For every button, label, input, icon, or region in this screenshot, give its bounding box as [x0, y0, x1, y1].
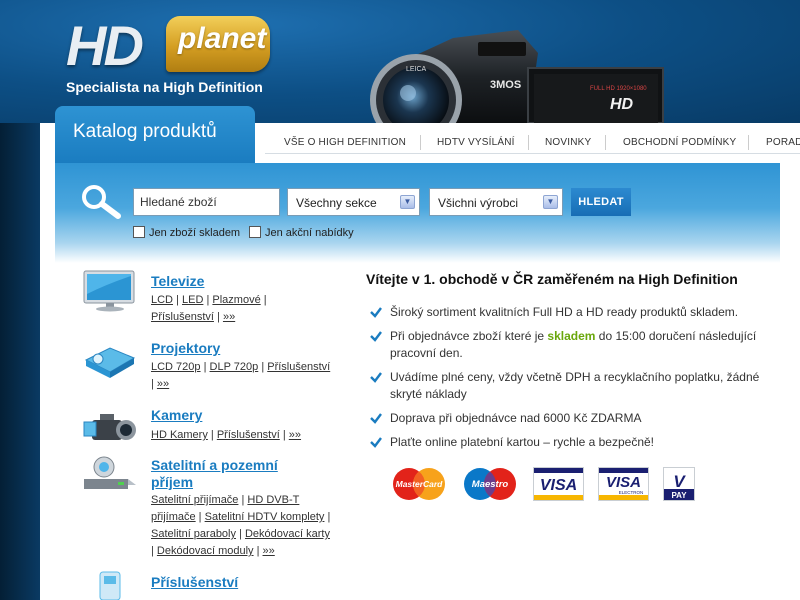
link-decoder-cards[interactable]: Dekódovací karty: [245, 528, 330, 540]
list-item: Široký sortiment kvalitních Full HD a HD…: [370, 304, 770, 321]
svg-text:PAY: PAY: [671, 491, 687, 500]
catalog-tab-label[interactable]: Katalog produktů: [73, 121, 217, 143]
nav-separator: [748, 135, 749, 150]
link-tv-more[interactable]: »»: [223, 311, 235, 323]
svg-text:ELECTRON: ELECTRON: [619, 490, 644, 495]
search-icon: [82, 185, 121, 219]
mastercard-logo: MasterCard: [393, 468, 445, 500]
in-stock-checkbox[interactable]: Jen zboží skladem: [133, 226, 240, 239]
satellite-receiver-icon: [84, 456, 136, 489]
svg-text:FULL HD 1920×1080: FULL HD 1920×1080: [590, 86, 647, 92]
nav-item-advice[interactable]: PORAD: [766, 137, 800, 148]
nav-item-about-hd[interactable]: VŠE O HIGH DEFINITION: [284, 137, 406, 148]
top-navigation: VŠE O HIGH DEFINITION HDTV VYSÍLÁNÍ NOVI…: [265, 133, 800, 154]
link-hdtv-kits[interactable]: Satelitní HDTV komplety: [205, 511, 325, 523]
link-lcd-720p[interactable]: LCD 720p: [151, 361, 201, 373]
link-camera-accessories[interactable]: Příslušenství: [217, 429, 280, 441]
category-tv-links: LCD | LED | Plazmové | Příslušenství | »…: [151, 294, 267, 323]
maestro-logo: Maestro: [464, 468, 516, 500]
svg-text:VISA: VISA: [540, 477, 577, 494]
link-dlp-720p[interactable]: DLP 720p: [210, 361, 259, 373]
link-cameras-more[interactable]: »»: [289, 429, 301, 441]
link-lcd[interactable]: LCD: [151, 294, 173, 306]
svg-text:VISA: VISA: [606, 474, 641, 491]
checkbox-box[interactable]: [133, 226, 145, 238]
category-accessories[interactable]: Příslušenství: [151, 574, 238, 590]
accessory-icon: [99, 571, 121, 600]
link-led[interactable]: LED: [182, 294, 203, 306]
site-tagline: Specialista na High Definition: [66, 79, 263, 95]
manufacturer-select-value: Všichni výrobci: [438, 196, 519, 210]
nav-item-hdtv[interactable]: HDTV VYSÍLÁNÍ: [437, 137, 515, 148]
link-plasma[interactable]: Plazmové: [212, 294, 260, 306]
logo-planet-text[interactable]: planet: [178, 22, 266, 56]
link-satellite-more[interactable]: »»: [263, 545, 275, 557]
vpay-logo: V PAY: [663, 467, 695, 501]
link-tv-accessories[interactable]: Příslušenství: [151, 311, 214, 323]
check-icon: [370, 372, 382, 383]
section-select-value: Všechny sekce: [296, 196, 377, 210]
check-icon: [370, 437, 382, 448]
list-item: Plaťte online platební kartou – rychle a…: [370, 434, 770, 451]
chevron-down-icon: ▼: [543, 195, 558, 209]
search-input[interactable]: [133, 188, 280, 216]
search-button[interactable]: HLEDAT: [571, 188, 631, 216]
camcorder-image: LEICA 3MOS FULL HD 1920×1080 HD: [370, 30, 664, 123]
offers-label: Jen akční nabídky: [265, 227, 354, 239]
camcorder-icon: [83, 414, 136, 440]
link-projectors-more[interactable]: »»: [157, 378, 169, 390]
section-select[interactable]: Všechny sekce ▼: [287, 188, 420, 216]
visa-electron-logo: VISA ELECTRON: [598, 467, 649, 501]
svg-text:Maestro: Maestro: [472, 479, 509, 490]
feature-text: Uvádíme plné ceny, vždy včetně DPH a rec…: [390, 370, 760, 401]
tv-icon: [83, 270, 135, 312]
feature-text: Doprava při objednávce nad 6000 Kč ZDARM…: [390, 411, 642, 425]
link-sat-dishes[interactable]: Satelitní paraboly: [151, 528, 236, 540]
category-tv[interactable]: Televize: [151, 273, 204, 289]
svg-text:MasterCard: MasterCard: [396, 479, 444, 489]
check-icon: [370, 307, 382, 318]
list-item: Doprava při objednávce nad 6000 Kč ZDARM…: [370, 410, 770, 427]
feature-text: Při objednávce zboží které je: [390, 329, 548, 343]
list-item: Uvádíme plné ceny, vždy včetně DPH a rec…: [370, 369, 770, 403]
checkbox-box[interactable]: [249, 226, 261, 238]
logo-hd-text[interactable]: HD: [66, 18, 144, 74]
feature-text: Plaťte online platební kartou – rychle a…: [390, 435, 655, 449]
nav-separator: [605, 135, 606, 150]
category-cameras-links: HD Kamery | Příslušenství | »»: [151, 429, 302, 441]
svg-text:HD: HD: [610, 96, 634, 113]
link-hd-cameras[interactable]: HD Kamery: [151, 429, 208, 441]
svg-text:3MOS: 3MOS: [490, 79, 521, 91]
site-header: HD planet Specialista na High Definition…: [0, 0, 800, 123]
svg-text:V: V: [673, 472, 686, 491]
in-stock-highlight: skladem: [547, 329, 596, 343]
left-shadow-strip: [0, 123, 40, 600]
check-icon: [370, 413, 382, 424]
visa-logo: VISA: [533, 467, 584, 501]
link-decoder-modules[interactable]: Dekódovací moduly: [157, 545, 254, 557]
manufacturer-select[interactable]: Všichni výrobci ▼: [429, 188, 563, 216]
category-cameras[interactable]: Kamery: [151, 407, 202, 423]
link-sat-receivers[interactable]: Satelitní přijímače: [151, 494, 238, 506]
check-icon: [370, 331, 382, 342]
feature-list: Široký sortiment kvalitních Full HD a HD…: [370, 304, 770, 458]
nav-item-terms[interactable]: OBCHODNÍ PODMÍNKY: [623, 137, 736, 148]
welcome-heading: Vítejte v 1. obchodě v ČR zaměřeném na H…: [366, 271, 738, 287]
svg-text:LEICA: LEICA: [406, 66, 427, 73]
nav-item-news[interactable]: NOVINKY: [545, 137, 591, 148]
nav-separator: [420, 135, 421, 150]
feature-text: Široký sortiment kvalitních Full HD a HD…: [390, 305, 739, 319]
nav-separator: [528, 135, 529, 150]
in-stock-label: Jen zboží skladem: [149, 227, 241, 239]
category-satellite-links: Satelitní přijímače | HD DVB-T přijímače…: [151, 494, 331, 557]
offers-checkbox[interactable]: Jen akční nabídky: [249, 226, 354, 239]
category-projectors-links: LCD 720p | DLP 720p | Příslušenství | »»: [151, 361, 331, 390]
list-item: Při objednávce zboží které je skladem do…: [370, 328, 770, 362]
category-projectors[interactable]: Projektory: [151, 340, 220, 356]
link-projector-accessories[interactable]: Příslušenství: [267, 361, 330, 373]
chevron-down-icon: ▼: [400, 195, 415, 209]
projector-icon: [84, 347, 136, 378]
category-satellite[interactable]: Satelitní a pozemní příjem: [151, 457, 321, 491]
